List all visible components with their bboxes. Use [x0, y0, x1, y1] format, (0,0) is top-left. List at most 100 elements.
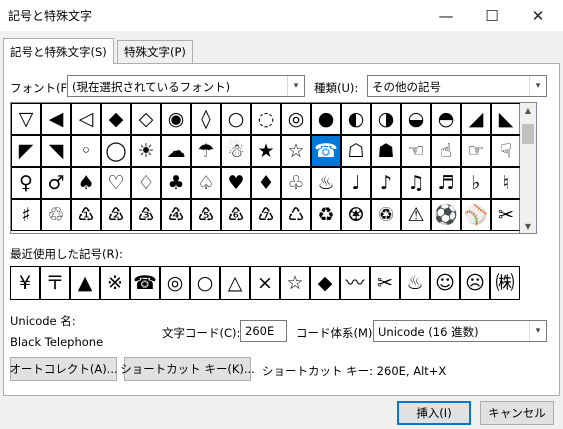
symbol-cell[interactable]: ◉: [161, 103, 191, 135]
symbol-cell[interactable]: ♀: [11, 167, 41, 199]
recent-symbol-cell[interactable]: ¥: [10, 266, 40, 300]
symbol-cell[interactable]: ♯: [11, 199, 41, 231]
recent-symbol-cell[interactable]: ▲: [70, 266, 100, 300]
recent-symbol-cell[interactable]: ☹: [460, 266, 490, 300]
symbol-cell[interactable]: ☆: [281, 135, 311, 167]
scroll-up-icon[interactable]: ▲: [520, 103, 536, 117]
symbol-cell[interactable]: ♲: [41, 199, 71, 231]
symbol-cell[interactable]: ♻: [311, 199, 341, 231]
shortcut-key-button[interactable]: ショートカット キー(K)...: [120, 357, 255, 381]
maximize-button[interactable]: ☐: [469, 0, 515, 31]
symbol-cell[interactable]: ♵: [131, 199, 161, 231]
symbol-cell[interactable]: ☎: [311, 135, 341, 167]
code-system-select[interactable]: Unicode (16 進数) ▾: [373, 320, 547, 342]
symbol-cell[interactable]: ♶: [161, 199, 191, 231]
symbol-cell[interactable]: ♷: [191, 199, 221, 231]
symbol-cell[interactable]: ♸: [221, 199, 251, 231]
symbol-cell[interactable]: ☟: [491, 135, 521, 167]
symbol-cell[interactable]: ◆: [101, 103, 131, 135]
symbol-cell[interactable]: ◓: [431, 103, 461, 135]
close-button[interactable]: ✕: [515, 0, 561, 31]
symbol-cell[interactable]: ☂: [191, 135, 221, 167]
recent-symbol-cell[interactable]: ☆: [280, 266, 310, 300]
symbol-cell[interactable]: ♡: [101, 167, 131, 199]
symbol-cell[interactable]: ♤: [191, 167, 221, 199]
symbol-cell[interactable]: ⚾: [461, 199, 491, 231]
symbol-cell[interactable]: ♂: [41, 167, 71, 199]
symbol-cell[interactable]: ♥: [221, 167, 251, 199]
symbol-cell[interactable]: ☁: [161, 135, 191, 167]
scroll-down-icon[interactable]: ▼: [520, 219, 536, 233]
symbol-cell[interactable]: ♭: [461, 167, 491, 199]
font-select[interactable]: (現在選択されているフォント) ▾: [67, 75, 305, 97]
recent-symbol-cell[interactable]: ◆: [310, 266, 340, 300]
symbol-cell[interactable]: ♼: [341, 199, 371, 231]
symbol-cell[interactable]: ♹: [251, 199, 281, 231]
symbol-cell[interactable]: ☜: [401, 135, 431, 167]
minimize-button[interactable]: —: [423, 0, 469, 31]
symbol-cell[interactable]: ⚠: [401, 199, 431, 231]
symbol-cell[interactable]: ♽: [371, 199, 401, 231]
cancel-button[interactable]: キャンセル: [480, 401, 554, 425]
recent-symbol-cell[interactable]: ※: [100, 266, 130, 300]
symbol-cell[interactable]: ◐: [341, 103, 371, 135]
recent-symbol-cell[interactable]: 〰: [340, 266, 370, 300]
symbol-cell[interactable]: ◀: [41, 103, 71, 135]
symbol-cell[interactable]: ♺: [281, 199, 311, 231]
recent-symbol-cell[interactable]: ☺: [430, 266, 460, 300]
symbol-cell[interactable]: ♢: [131, 167, 161, 199]
autocorrect-button[interactable]: オートコレクト(A)...: [9, 357, 118, 381]
symbol-cell[interactable]: ♪: [371, 167, 401, 199]
symbol-cell[interactable]: ◁: [71, 103, 101, 135]
insert-button[interactable]: 挿入(I): [397, 401, 471, 425]
recent-symbol-cell[interactable]: ✂: [370, 266, 400, 300]
recent-symbol-cell[interactable]: ☎: [130, 266, 160, 300]
symbol-cell[interactable]: ♩: [341, 167, 371, 199]
symbol-cell[interactable]: ◥: [41, 135, 71, 167]
symbol-cell[interactable]: ⚽: [431, 199, 461, 231]
symbol-cell[interactable]: ♦: [251, 167, 281, 199]
tab-special-characters[interactable]: 特殊文字(P): [117, 40, 193, 63]
symbol-cell[interactable]: ♮: [491, 167, 521, 199]
symbol-cell[interactable]: ♨: [311, 167, 341, 199]
tab-symbols[interactable]: 記号と特殊文字(S): [3, 38, 114, 64]
symbol-cell[interactable]: ◤: [11, 135, 41, 167]
symbol-cell[interactable]: ☗: [371, 135, 401, 167]
scrollbar-thumb[interactable]: [522, 124, 534, 144]
symbol-cell[interactable]: ◯: [101, 135, 131, 167]
symbol-cell[interactable]: ☖: [341, 135, 371, 167]
symbol-cell[interactable]: ◌: [251, 103, 281, 135]
symbol-cell[interactable]: ◑: [371, 103, 401, 135]
symbol-cell[interactable]: ★: [251, 135, 281, 167]
symbol-cell[interactable]: ☃: [221, 135, 251, 167]
symbol-cell[interactable]: ◒: [401, 103, 431, 135]
symbol-cell[interactable]: ▽: [11, 103, 41, 135]
symbol-cell[interactable]: ●: [311, 103, 341, 135]
symbol-cell[interactable]: ☞: [461, 135, 491, 167]
symbol-cell[interactable]: ♧: [281, 167, 311, 199]
symbol-grid[interactable]: ▽ ◀ ◁ ◆ ◇ ◉ ◊ ○ ◌ ◎ ● ◐ ◑ ◒ ◓ ◢ ◣ ◤ ◥ ◦ ◯ ☀ ☁ ☂ ☃ ★ ☆ ☎ ☖ ☗ ☜ ☝ ☞ ☟ ♀ ♂ ♠ ♡ ♢ ♣…: [10, 102, 521, 234]
recent-symbol-cell[interactable]: ♨: [400, 266, 430, 300]
symbol-cell[interactable]: ☀: [131, 135, 161, 167]
symbol-cell[interactable]: ♬: [431, 167, 461, 199]
recent-symbol-cell[interactable]: △: [220, 266, 250, 300]
symbol-cell[interactable]: ◎: [281, 103, 311, 135]
symbol-cell[interactable]: ♴: [101, 199, 131, 231]
symbol-grid-scrollbar[interactable]: [520, 102, 537, 234]
recent-symbol-cell[interactable]: ◎: [160, 266, 190, 300]
symbol-cell[interactable]: ◇: [131, 103, 161, 135]
subset-select[interactable]: その他の記号 ▾: [367, 75, 547, 97]
recent-symbol-cell[interactable]: 〒: [40, 266, 70, 300]
recent-symbol-cell[interactable]: ×: [250, 266, 280, 300]
symbol-cell[interactable]: ♳: [71, 199, 101, 231]
char-code-input[interactable]: 260E: [240, 320, 287, 342]
symbol-cell[interactable]: ◢: [461, 103, 491, 135]
symbol-cell[interactable]: ◣: [491, 103, 521, 135]
symbol-cell[interactable]: ♣: [161, 167, 191, 199]
symbol-cell[interactable]: ◦: [71, 135, 101, 167]
symbol-cell[interactable]: ♫: [401, 167, 431, 199]
symbol-cell[interactable]: ○: [221, 103, 251, 135]
symbol-cell[interactable]: ☝: [431, 135, 461, 167]
symbol-cell[interactable]: ♠: [71, 167, 101, 199]
symbol-cell[interactable]: ◊: [191, 103, 221, 135]
